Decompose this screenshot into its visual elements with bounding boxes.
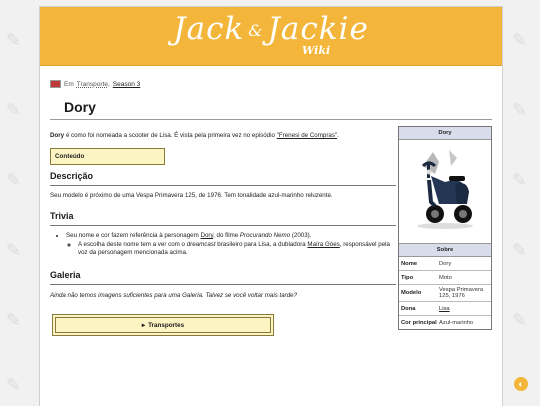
navbox: ▸ Transportes [52, 314, 274, 336]
infobox: Dory Sobre Nome Dory Tipo Moto Modelo Ve… [398, 126, 492, 330]
logo-jackie: Jackie [267, 11, 369, 47]
feather-icon: ✎ [6, 240, 22, 261]
feather-icon: ✎ [512, 310, 528, 331]
infobox-row: Cor principal Azul-marinho [399, 316, 491, 329]
infobox-row: Modelo Vespa Primavera 125, 1976 [399, 285, 491, 302]
toc-label: Conteúdo [55, 153, 85, 160]
heading-trivia: Trivia [50, 211, 74, 221]
heading-descricao: Descrição [50, 171, 94, 181]
feather-icon: ✎ [512, 170, 528, 191]
infobox-key: Nome [401, 260, 418, 267]
film-title: Procurando Nemo [239, 232, 291, 239]
owner-link[interactable]: Lisa [439, 306, 489, 312]
flag-icon [50, 80, 61, 88]
infobox-key: Dona [401, 305, 416, 312]
divider-descricao [50, 185, 396, 186]
infobox-value: Azul-marinho [439, 319, 474, 326]
logo-amp: & [248, 21, 264, 40]
intro-paragraph: Dory é como foi nomeada a scooter de Lis… [50, 132, 390, 140]
site-logo[interactable]: Jack & Jackie [40, 11, 502, 47]
breadcrumb-separator: , [107, 80, 110, 88]
infobox-row: Nome Dory [399, 257, 491, 271]
logo-sub: Wiki [302, 44, 331, 57]
title-divider [50, 119, 492, 120]
feather-icon: ✎ [6, 375, 22, 396]
trivia-text: A escolha deste nome tem a ver com o [78, 240, 187, 248]
wiki-page: Jack & Jackie Wiki Em Transporte, Season 3… [39, 6, 503, 406]
expand-arrow-icon: ▸ [141, 321, 146, 329]
theme-toggle-button[interactable]: ◐ [514, 377, 528, 391]
trivia-text: brasileiro para Lisa, a dubladora [215, 240, 308, 248]
descricao-text: Seu modelo é próximo de uma Vespa Primav… [50, 192, 333, 199]
feather-icon: ✎ [512, 100, 528, 121]
dory-link[interactable]: Dory [200, 232, 213, 239]
galeria-text: Ainda não temos imagens suficientes para… [50, 292, 298, 299]
trivia-text: Seu nome e cor fazem referência à person… [66, 232, 201, 239]
infobox-row: Tipo Moto [399, 271, 491, 285]
infobox-key: Tipo [401, 274, 414, 281]
feather-icon: ✎ [6, 30, 22, 51]
trivia-subitem: A escolha deste nome tem a ver com o dre… [78, 241, 395, 258]
trivia-item: Seu nome e cor fazem referência à person… [66, 232, 395, 258]
feather-icon: ✎ [512, 240, 528, 261]
trivia-list: Seu nome e cor fazem referência à person… [50, 232, 395, 258]
breadcrumb: Em Transporte, Season 3 [50, 80, 140, 88]
infobox-key: Cor principal [401, 319, 437, 326]
feather-icon: ✎ [6, 310, 22, 331]
site-banner: Jack & Jackie Wiki [40, 7, 502, 66]
divider-trivia [50, 225, 396, 226]
intro-end: . [337, 132, 339, 139]
trivia-text: (2003). [290, 232, 312, 239]
page-title: Dory [64, 99, 96, 115]
infobox-section: Sobre [399, 244, 491, 257]
breadcrumb-prefix: Em [64, 80, 74, 88]
dreamcast-term: dreamcast [186, 240, 216, 248]
infobox-row: Dona Lisa [399, 302, 491, 316]
navbox-toggle[interactable]: ▸ Transportes [55, 317, 271, 333]
intro-text: é como foi nomeada a scooter de Lisa. É … [64, 132, 277, 139]
breadcrumb-season-link[interactable]: Season 3 [113, 81, 140, 88]
theme-toggle-icon: ◐ [518, 379, 524, 389]
breadcrumb-category-link[interactable]: Transporte [77, 81, 108, 88]
intro-subject: Dory [50, 132, 65, 139]
infobox-value: Vespa Primavera 125, 1976 [439, 287, 484, 299]
infobox-value: Moto [439, 274, 452, 281]
infobox-title: Dory [399, 127, 491, 140]
trivia-text: , do filme [213, 232, 240, 239]
scooter-image[interactable] [399, 140, 491, 244]
navbox-label: Transportes [148, 321, 185, 329]
voice-actress-link[interactable]: Maíra Góes [307, 241, 339, 248]
infobox-key: Modelo [401, 290, 422, 296]
infobox-value: Dory [439, 260, 452, 267]
toc-box[interactable]: Conteúdo [50, 148, 165, 165]
feather-icon: ✎ [512, 30, 528, 51]
logo-jack: Jack [173, 11, 245, 47]
episode-link[interactable]: "Frenesi de Compras" [277, 132, 337, 139]
heading-galeria: Galeria [50, 270, 81, 280]
feather-icon: ✎ [6, 170, 22, 191]
feather-icon: ✎ [6, 100, 22, 121]
divider-galeria [50, 284, 396, 285]
